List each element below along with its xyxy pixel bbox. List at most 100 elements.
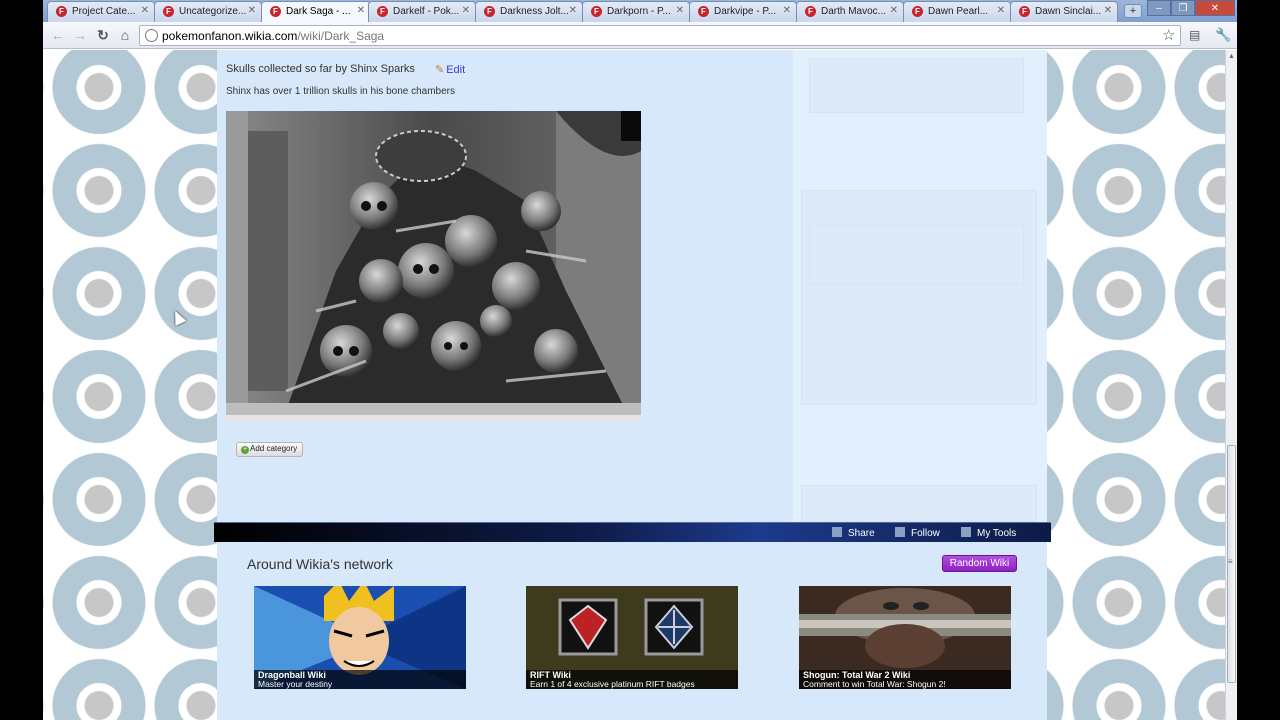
add-category-button[interactable]: + Add category — [236, 442, 304, 457]
tab-close-icon[interactable]: ✕ — [141, 5, 149, 16]
tab-darkvipe[interactable]: F Darkvipe - P... ✕ — [689, 1, 797, 22]
share-button[interactable]: Share — [832, 527, 875, 539]
browser-toolbar: ← → ↻ ⌂ pokemonfanon.wikia.com/wiki/Dark… — [43, 22, 1237, 49]
network-section: Around Wikia's network Random Wiki Drago… — [217, 542, 1047, 720]
tab-dawn-pearl[interactable]: F Dawn Pearl... ✕ — [903, 1, 1011, 22]
scroll-up-icon[interactable]: ▲ — [1228, 53, 1235, 60]
page-info-icon[interactable] — [145, 29, 158, 42]
tab-dawn-sinclair[interactable]: F Dawn Sinclai... ✕ — [1010, 1, 1118, 22]
tab-close-icon[interactable]: ✕ — [997, 5, 1005, 16]
wikia-favicon-icon: F — [591, 6, 602, 17]
wrench-icon[interactable]: 🔧 — [1215, 27, 1231, 43]
page-menu-icon[interactable]: ▤ — [1189, 28, 1203, 42]
random-wiki-button[interactable]: Random Wiki — [942, 555, 1017, 572]
tab-strip: F Project Cate... ✕ F Uncategorize... ✕ … — [43, 0, 1237, 23]
back-arrow-icon[interactable]: ← — [49, 26, 67, 44]
promo-rift[interactable]: RIFT Wiki Earn 1 of 4 exclusive platinum… — [526, 586, 738, 689]
article-content: Skulls collected so far by Shinx Sparks … — [217, 50, 1047, 522]
tab-close-icon[interactable]: ✕ — [357, 5, 365, 16]
edit-link[interactable]: ✎ Edit — [435, 63, 465, 76]
page-scrollbar[interactable]: ▲ ≡ — [1225, 50, 1237, 720]
network-title: Around Wikia's network — [247, 556, 393, 572]
maximize-icon[interactable]: ❐ — [1171, 0, 1195, 16]
follow-button[interactable]: Follow — [895, 527, 940, 539]
skull-pile-image[interactable] — [226, 111, 641, 422]
wikia-favicon-icon: F — [805, 6, 816, 17]
address-bar[interactable]: pokemonfanon.wikia.com/wiki/Dark_Saga — [139, 25, 1181, 46]
promo-caption: Shogun: Total War 2 Wiki Comment to win … — [799, 670, 1011, 689]
tab-title: Project Cate... — [72, 6, 136, 17]
bookmark-star-icon[interactable]: ☆ — [1162, 26, 1175, 44]
tab-title: Darkporn - P... — [607, 6, 671, 17]
rail-module — [801, 190, 1037, 405]
promo-dragonball[interactable]: Dragonball Wiki Master your destiny — [254, 586, 466, 689]
promo-subtitle: Earn 1 of 4 exclusive platinum RIFT badg… — [530, 679, 695, 689]
right-rail — [793, 50, 1047, 522]
rail-module — [809, 58, 1024, 113]
pencil-icon: ✎ — [435, 64, 445, 76]
tab-darkporn[interactable]: F Darkporn - P... ✕ — [582, 1, 690, 22]
tab-dark-saga[interactable]: F Dark Saga - ... ✕ — [261, 1, 371, 23]
promo-caption: Dragonball Wiki Master your destiny — [254, 670, 466, 689]
wikia-toolbar: Share Follow My Tools — [214, 522, 1051, 542]
rail-module — [809, 225, 1024, 285]
promo-shogun[interactable]: Shogun: Total War 2 Wiki Comment to win … — [799, 586, 1011, 689]
mouse-cursor — [169, 308, 187, 326]
home-icon[interactable]: ⌂ — [116, 26, 134, 44]
tab-title: Dawn Sinclai... — [1035, 6, 1102, 17]
window-controls: – ❐ ✕ — [1147, 0, 1235, 16]
minimize-icon[interactable]: – — [1147, 0, 1171, 16]
promo-subtitle: Master your destiny — [258, 679, 333, 689]
section-description: Shinx has over 1 trillion skulls in his … — [226, 86, 455, 97]
wikia-favicon-icon: F — [163, 6, 174, 17]
reload-icon[interactable]: ↻ — [94, 26, 112, 44]
address-host: pokemonfanon.wikia.com — [162, 29, 298, 43]
tab-title: Darkness Jolt... — [500, 6, 569, 17]
tab-close-icon[interactable]: ✕ — [890, 5, 898, 16]
wikia-favicon-icon: F — [698, 6, 709, 17]
my-tools-label: My Tools — [977, 528, 1017, 539]
wikia-favicon-icon: F — [484, 6, 495, 17]
my-tools-button[interactable]: My Tools — [961, 527, 1016, 539]
wikia-favicon-icon: F — [1019, 6, 1030, 17]
section-heading: Skulls collected so far by Shinx Sparks — [226, 63, 415, 75]
follow-icon — [895, 527, 905, 537]
tab-title: Dawn Pearl... — [928, 6, 989, 17]
add-category-label: Add category — [250, 444, 298, 453]
tab-title: Darth Mavoc... — [821, 6, 887, 17]
tab-close-icon[interactable]: ✕ — [1104, 5, 1112, 16]
tab-project-categories[interactable]: F Project Cate... ✕ — [47, 1, 155, 22]
tab-darkness-jolt[interactable]: F Darkness Jolt... ✕ — [475, 1, 583, 22]
scroll-grip-icon: ≡ — [1228, 557, 1233, 566]
address-path: /wiki/Dark_Saga — [297, 29, 385, 43]
tab-title: Darkvipe - P... — [714, 6, 777, 17]
tab-close-icon[interactable]: ✕ — [569, 5, 577, 16]
new-tab-button[interactable]: + — [1124, 4, 1142, 18]
forward-arrow-icon[interactable]: → — [71, 26, 89, 44]
wikia-favicon-icon: F — [56, 6, 67, 17]
wikia-favicon-icon: F — [912, 6, 923, 17]
wikia-favicon-icon: F — [270, 6, 281, 17]
share-label: Share — [848, 528, 875, 539]
share-icon — [832, 527, 842, 537]
tools-icon — [961, 527, 971, 537]
promo-caption: RIFT Wiki Earn 1 of 4 exclusive platinum… — [526, 670, 738, 689]
tab-darkelf[interactable]: F Darkelf - Pok... ✕ — [368, 1, 476, 22]
follow-label: Follow — [911, 528, 940, 539]
rail-module — [801, 485, 1037, 522]
skull-pile-illustration — [226, 111, 641, 422]
tab-uncategorized[interactable]: F Uncategorize... ✕ — [154, 1, 262, 22]
promo-subtitle: Comment to win Total War: Shogun 2! — [803, 679, 946, 689]
tab-darth-mavoc[interactable]: F Darth Mavoc... ✕ — [796, 1, 904, 22]
page-viewport: Skulls collected so far by Shinx Sparks … — [43, 50, 1225, 720]
tab-close-icon[interactable]: ✕ — [248, 5, 256, 16]
close-window-icon[interactable]: ✕ — [1195, 0, 1235, 16]
tab-close-icon[interactable]: ✕ — [462, 5, 470, 16]
tab-close-icon[interactable]: ✕ — [783, 5, 791, 16]
tab-title: Dark Saga - ... — [286, 6, 351, 17]
edit-label: Edit — [446, 64, 466, 76]
wikia-favicon-icon: F — [377, 6, 388, 17]
tab-close-icon[interactable]: ✕ — [676, 5, 684, 16]
browser-window: F Project Cate... ✕ F Uncategorize... ✕ … — [43, 0, 1237, 720]
plus-icon: + — [241, 446, 249, 454]
